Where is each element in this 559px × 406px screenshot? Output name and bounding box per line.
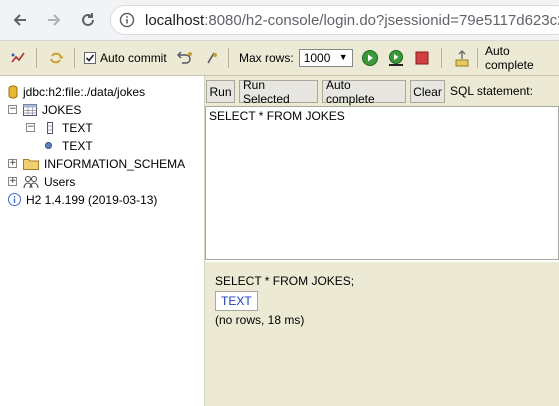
auto-commit-checkbox[interactable] (84, 52, 96, 64)
expand-icon[interactable]: + (8, 159, 17, 168)
history-button[interactable] (454, 49, 470, 67)
browser-chrome: localhost:8080/h2-console/login.do?jsess… (0, 0, 559, 41)
commit-icon (207, 52, 217, 64)
expand-icon[interactable]: + (8, 177, 17, 186)
sql-editor[interactable]: SELECT * FROM JOKES (205, 106, 559, 260)
disconnect-icon (11, 52, 25, 63)
tree-connection[interactable]: jdbc:h2:file:./data/jokes (8, 83, 145, 100)
rollback-button[interactable] (176, 49, 194, 67)
rollback-icon (177, 51, 192, 64)
max-rows-value: 1000 (303, 51, 331, 65)
url-text: localhost:8080/h2-console/login.do?jsess… (145, 12, 559, 29)
collapse-icon[interactable]: − (26, 123, 35, 132)
tree-table-jokes[interactable]: − JOKES (8, 101, 81, 118)
auto-commit-label: Auto commit (100, 51, 167, 65)
max-rows-select[interactable]: 1000 ▼ (298, 49, 353, 67)
sql-editor-text: SELECT * FROM JOKES (209, 109, 345, 123)
index-label: TEXT (62, 138, 93, 153)
schema-tree: jdbc:h2:file:./data/jokes − JOKES − TEXT… (0, 76, 205, 406)
run-selected-icon (389, 50, 403, 66)
tree-column-text[interactable]: − TEXT (26, 119, 93, 136)
url-path: :8080/h2-console/login.do?jsessionid=79e… (204, 12, 559, 29)
refresh-button[interactable] (48, 49, 64, 67)
folder-icon (23, 158, 39, 170)
run-toolbar-button[interactable] (361, 49, 379, 67)
back-arrow-icon (13, 14, 26, 26)
clear-button[interactable]: Clear (410, 80, 445, 103)
run-selected-button[interactable]: Run Selected (239, 78, 318, 106)
database-icon (8, 85, 18, 99)
dropdown-arrow-icon: ▼ (338, 52, 348, 62)
run-selected-toolbar-button[interactable] (387, 49, 405, 67)
info-icon (8, 193, 21, 206)
info-icon[interactable] (119, 12, 135, 31)
commit-button[interactable] (204, 49, 220, 67)
auto-complete-toggle[interactable]: Auto complete (485, 44, 559, 72)
auto-complete-button[interactable]: Auto complete (322, 78, 406, 106)
sql-action-bar: Run Run Selected Auto complete Clear SQL… (205, 76, 559, 106)
table-label: JOKES (42, 102, 82, 117)
result-column-header[interactable]: TEXT (215, 291, 258, 311)
column-icon (47, 121, 53, 134)
forward-button[interactable] (42, 8, 66, 32)
auto-complete-label: Auto complete (485, 44, 534, 72)
max-rows-label: Max rows: (239, 51, 294, 65)
version-label: H2 1.4.199 (2019-03-13) (26, 192, 158, 207)
users-icon (23, 175, 39, 189)
collapse-icon[interactable]: − (8, 105, 17, 114)
url-host: localhost (145, 12, 205, 29)
disconnect-button[interactable] (10, 49, 26, 67)
information-schema-label: INFORMATION_SCHEMA (44, 156, 186, 171)
sql-statement-label: SQL statement: (450, 84, 533, 98)
checkmark-icon (85, 54, 95, 62)
run-button[interactable]: Run (206, 80, 235, 103)
auto-commit-toggle[interactable]: Auto commit (84, 49, 167, 67)
tree-users[interactable]: + Users (8, 173, 75, 190)
reload-icon (82, 13, 94, 26)
connection-label: jdbc:h2:file:./data/jokes (23, 84, 146, 99)
stop-icon (415, 51, 429, 65)
forward-arrow-icon (48, 14, 61, 26)
max-rows-control: Max rows: 1000 ▼ (239, 49, 353, 67)
column-label: TEXT (62, 120, 93, 135)
cancel-toolbar-button[interactable] (414, 49, 430, 67)
upload-doc-icon (455, 50, 469, 67)
address-bar[interactable]: localhost:8080/h2-console/login.do?jsess… (110, 5, 559, 35)
tree-information-schema[interactable]: + INFORMATION_SCHEMA (8, 155, 185, 172)
reload-button[interactable] (76, 8, 100, 32)
results-panel: SELECT * FROM JOKES; TEXT (no rows, 18 m… (205, 262, 559, 406)
result-info: (no rows, 18 ms) (215, 313, 305, 327)
refresh-icon (50, 52, 64, 64)
run-icon (362, 50, 378, 66)
index-bullet-icon (45, 142, 52, 149)
back-button[interactable] (8, 8, 32, 32)
tree-index-text[interactable]: TEXT (45, 137, 93, 154)
users-label: Users (44, 174, 76, 189)
tree-version: H2 1.4.199 (2019-03-13) (8, 191, 157, 208)
result-statement: SELECT * FROM JOKES; (215, 274, 355, 288)
table-icon (23, 103, 37, 116)
h2-toolbar: Auto commit Max rows: 1000 ▼ Auto comple… (0, 41, 559, 76)
